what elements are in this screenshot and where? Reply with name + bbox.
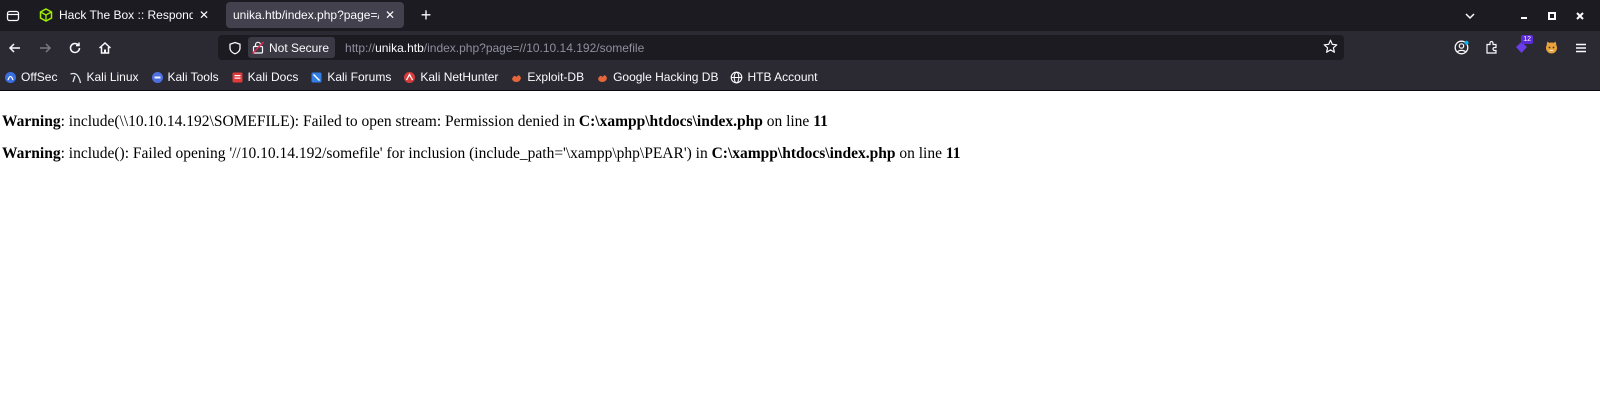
bookmark-label: Kali Docs bbox=[247, 70, 299, 84]
navigation-toolbar: Not Secure http://unika.htb/index.php?pa… bbox=[0, 31, 1600, 64]
bookmark-label: Google Hacking DB bbox=[613, 70, 719, 84]
minimize-button[interactable] bbox=[1510, 0, 1538, 31]
plus-icon: + bbox=[420, 5, 432, 25]
htb-cube-icon bbox=[39, 8, 53, 22]
bookmarks-toolbar: OffSec Kali Linux Kali Tools Kali Docs K… bbox=[0, 64, 1600, 91]
bookmark-label: Kali NetHunter bbox=[420, 70, 499, 84]
tracking-protection-button[interactable] bbox=[222, 41, 248, 55]
warning-line-number: 11 bbox=[945, 145, 961, 162]
tab-title: Hack The Box :: Responde bbox=[59, 8, 193, 22]
close-tab-icon[interactable]: ✕ bbox=[383, 8, 397, 22]
warning-label: Warning bbox=[2, 145, 61, 162]
tab-hack-the-box[interactable]: Hack The Box :: Responde ✕ bbox=[32, 2, 218, 28]
bookmark-label: Kali Tools bbox=[167, 70, 219, 84]
bookmark-label: Exploit-DB bbox=[527, 70, 585, 84]
url-path: /index.php?page=//10.10.14.192/somefile bbox=[423, 40, 645, 55]
globe-icon bbox=[730, 71, 743, 84]
reload-button[interactable] bbox=[60, 34, 90, 62]
bookmark-label: OffSec bbox=[21, 70, 58, 84]
bookmark-htb-account[interactable]: HTB Account bbox=[730, 70, 818, 84]
not-secure-indicator[interactable]: Not Secure bbox=[248, 37, 336, 58]
reload-icon bbox=[69, 42, 81, 53]
firefox-view-icon bbox=[6, 10, 20, 21]
warning-label: Warning bbox=[2, 113, 61, 130]
forward-button[interactable] bbox=[30, 34, 60, 62]
bookmark-kali-tools[interactable]: Kali Tools bbox=[151, 70, 219, 84]
close-window-button[interactable] bbox=[1566, 0, 1594, 31]
bookmark-label: HTB Account bbox=[747, 70, 818, 84]
php-warning: Warning: include(\\10.10.14.192\SOMEFILE… bbox=[2, 113, 828, 131]
bookmark-kali-nethunter[interactable]: Kali NetHunter bbox=[403, 70, 498, 84]
kali-tools-icon bbox=[151, 71, 164, 84]
insecure-lock-icon bbox=[252, 41, 264, 54]
ghdb-icon bbox=[596, 71, 609, 84]
exploit-db-icon bbox=[510, 71, 523, 84]
bookmark-kali-linux[interactable]: Kali Linux bbox=[69, 70, 139, 84]
bookmark-star-button[interactable] bbox=[1323, 39, 1338, 59]
new-tab-button[interactable]: + bbox=[412, 0, 440, 31]
kali-forums-icon bbox=[310, 71, 323, 84]
warning-message: : include(): Failed opening '//10.10.14.… bbox=[60, 145, 712, 162]
warning-line-text: on line bbox=[895, 145, 946, 162]
firefox-view-button[interactable] bbox=[0, 0, 26, 31]
extension-purple-button[interactable]: 12 bbox=[1506, 34, 1536, 62]
minimize-icon bbox=[1521, 16, 1527, 19]
bookmark-label: Kali Linux bbox=[86, 70, 139, 84]
bookmark-kali-docs[interactable]: Kali Docs bbox=[231, 70, 299, 84]
warning-line-number: 11 bbox=[813, 113, 828, 130]
kali-linux-icon bbox=[69, 71, 82, 84]
tab-strip: Hack The Box :: Responde ✕ unika.htb/ind… bbox=[0, 0, 1600, 31]
bookmark-label: Kali Forums bbox=[327, 70, 392, 84]
maximize-icon bbox=[1548, 11, 1556, 20]
home-icon bbox=[98, 41, 112, 54]
url-host: unika.htb bbox=[375, 40, 424, 55]
app-menu-button[interactable] bbox=[1566, 34, 1596, 62]
php-warning: Warning: include(): Failed opening '//10… bbox=[2, 145, 961, 163]
arrow-right-icon bbox=[40, 42, 52, 53]
toolbar-right: 12 bbox=[1446, 31, 1600, 64]
url-scheme: http:// bbox=[345, 40, 376, 55]
star-icon bbox=[1323, 39, 1338, 53]
warning-line-text: on line bbox=[762, 113, 814, 130]
offsec-icon bbox=[4, 71, 17, 84]
tab-unika[interactable]: unika.htb/index.php?page=//1 ✕ bbox=[226, 2, 404, 28]
page-content: Warning: include(\\10.10.14.192\SOMEFILE… bbox=[0, 92, 1600, 406]
arrow-left-icon bbox=[8, 42, 20, 53]
address-bar[interactable]: Not Secure http://unika.htb/index.php?pa… bbox=[218, 35, 1344, 60]
account-button[interactable] bbox=[1446, 34, 1476, 62]
tab-title: unika.htb/index.php?page=//1 bbox=[233, 8, 379, 22]
bookmark-kali-forums[interactable]: Kali Forums bbox=[310, 70, 391, 84]
url-text[interactable]: http://unika.htb/index.php?page=//10.10.… bbox=[345, 41, 644, 55]
not-secure-label: Not Secure bbox=[269, 40, 330, 55]
warning-file: C:\xampp\htdocs\index.php bbox=[578, 113, 763, 130]
warning-message: : include(\\10.10.14.192\SOMEFILE): Fail… bbox=[60, 113, 579, 130]
foxyproxy-button[interactable] bbox=[1536, 34, 1566, 62]
list-all-tabs-button[interactable] bbox=[1456, 0, 1484, 31]
kali-nethunter-icon bbox=[403, 71, 416, 84]
shield-icon bbox=[229, 41, 241, 54]
warning-file: C:\xampp\htdocs\index.php bbox=[711, 145, 896, 162]
kali-docs-icon bbox=[231, 71, 244, 84]
hamburger-menu-icon bbox=[1576, 43, 1586, 52]
bookmark-google-hacking-db[interactable]: Google Hacking DB bbox=[596, 70, 718, 84]
close-tab-icon[interactable]: ✕ bbox=[197, 8, 211, 22]
account-icon bbox=[1454, 40, 1468, 55]
home-button[interactable] bbox=[90, 34, 120, 62]
extension-badge: 12 bbox=[1521, 34, 1533, 44]
bookmark-exploit-db[interactable]: Exploit-DB bbox=[510, 70, 584, 84]
puzzle-icon bbox=[1485, 40, 1497, 54]
close-icon bbox=[1576, 11, 1584, 20]
maximize-button[interactable] bbox=[1538, 0, 1566, 31]
extensions-button[interactable] bbox=[1476, 34, 1506, 62]
bookmark-offsec[interactable]: OffSec bbox=[4, 70, 57, 84]
chevron-down-icon bbox=[1465, 12, 1475, 19]
fox-icon bbox=[1545, 41, 1557, 54]
back-button[interactable] bbox=[0, 34, 30, 62]
